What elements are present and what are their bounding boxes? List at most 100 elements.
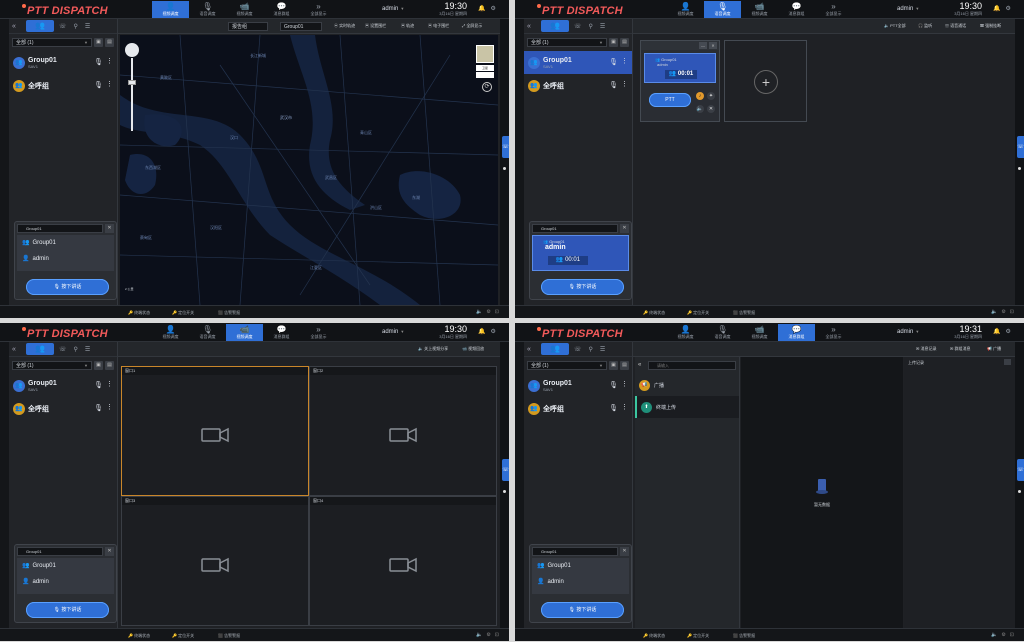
filter-button-2[interactable]: ▤	[620, 361, 629, 370]
set-fence-button[interactable]: ▣ 设置围栏	[365, 23, 386, 29]
alarm-alert[interactable]: ⬛ 告警警报	[733, 310, 755, 316]
nav-video-dispatch[interactable]: 👤 视频调度	[667, 324, 704, 341]
add-call-card[interactable]: +	[724, 40, 807, 122]
nav-video[interactable]: 📹 视频调度	[226, 324, 263, 341]
nav-voice-dispatch[interactable]: 🎙 语音调度	[704, 1, 741, 18]
group-tab-icon[interactable]: 👥	[541, 343, 569, 355]
filter-button-2[interactable]: ▤	[105, 38, 114, 47]
user-menu[interactable]: admin ▼	[897, 329, 919, 335]
ptt-close-button[interactable]: ✕	[105, 224, 114, 233]
video-cell[interactable]: 窗口3	[121, 496, 309, 626]
group-row[interactable]: 👥 全呼组 🎙 ⋮	[9, 397, 117, 420]
ptt-group-select[interactable]: Group01	[532, 547, 618, 556]
phone-side-tab[interactable]: ☏	[1017, 459, 1024, 481]
more-icon[interactable]: ⋮	[106, 57, 113, 65]
tree-tab-icon[interactable]: ⚲	[74, 346, 78, 353]
fullscreen-button[interactable]: ⤢ 全屏显示	[462, 23, 482, 29]
nav-voice-dispatch[interactable]: 🎙 语音调度	[189, 324, 226, 341]
collapse-icon[interactable]: «	[12, 346, 26, 353]
list-item[interactable]: 👤 admin	[532, 574, 629, 590]
mic-icon[interactable]: 🎙	[609, 404, 618, 412]
nav-video[interactable]: 📹 视频调度	[226, 1, 263, 18]
group-row[interactable]: 👥 Group01 SAV1 🎙 ⋮	[524, 374, 632, 397]
location-toggle[interactable]: 🔑 定位开关	[172, 310, 194, 316]
more-icon[interactable]: ⋮	[621, 380, 628, 388]
nav-messages[interactable]: 💬 消息群组	[778, 1, 815, 18]
terminal-status[interactable]: 🔑 终端状态	[643, 310, 665, 316]
group-row[interactable]: 👥 全呼组 🎙 ⋮	[9, 74, 117, 97]
list-tab-icon[interactable]: ☰	[600, 346, 605, 353]
broadcast-button[interactable]: 📢 广播	[987, 346, 1001, 352]
message-record-button[interactable]: ✉ 消息记录	[916, 346, 936, 352]
track-button[interactable]: ▣ 轨迹	[401, 23, 414, 29]
group-tab-icon[interactable]: 👥	[541, 20, 569, 32]
group-select[interactable]: Group01	[280, 22, 322, 31]
collapse-icon[interactable]: «	[527, 346, 541, 353]
map-type-label[interactable]: 卫星	[476, 65, 494, 71]
settings-icon[interactable]: ✦	[707, 92, 715, 100]
upload-filter-button[interactable]	[1004, 359, 1011, 365]
nav-voice-dispatch[interactable]: 🎙 语音调度	[189, 1, 226, 18]
report-group-select[interactable]: 报告组	[228, 22, 268, 31]
voice-call-button[interactable]: ☏ 语音通话	[945, 23, 966, 29]
e-fence-button[interactable]: ▣ 电子围栏	[428, 23, 449, 29]
header-icons[interactable]: 🔔⚙	[478, 5, 501, 12]
ptt-group-select[interactable]: Group01	[532, 224, 618, 233]
ptt-talk-button[interactable]: 🎙 按下讲话	[541, 279, 624, 295]
list-item[interactable]: 👥 Group01	[17, 235, 114, 251]
list-item[interactable]: 👤 admin	[17, 251, 114, 267]
tree-tab-icon[interactable]: ⚲	[589, 23, 593, 30]
video-cell[interactable]: 窗口1	[121, 366, 309, 496]
status-icons[interactable]: 🔈⚙⊡	[476, 632, 503, 638]
nav-more[interactable]: » 全部显示	[300, 1, 337, 18]
filter-button-1[interactable]: ▣	[609, 38, 618, 47]
ptt-group-select[interactable]: Group01	[17, 547, 103, 556]
phone-tab-icon[interactable]: ☏	[59, 346, 67, 353]
terminal-status[interactable]: 🔑 终端状态	[128, 310, 150, 316]
list-item[interactable]: 👥 Group01	[532, 558, 629, 574]
tree-tab-icon[interactable]: ⚲	[74, 23, 78, 30]
header-icons[interactable]: 🔔⚙	[478, 328, 501, 335]
video-playback-button[interactable]: 📹 视频回放	[462, 346, 484, 352]
video-cell[interactable]: 窗口4	[309, 496, 497, 626]
phone-side-tab[interactable]: ☏	[502, 459, 509, 481]
mic-icon[interactable]: 🎙	[94, 381, 103, 389]
nav-more[interactable]: » 全部显示	[815, 324, 852, 341]
collapse-icon[interactable]: «	[527, 23, 541, 30]
mic-icon[interactable]: 🎙	[94, 404, 103, 412]
group-filter-select[interactable]: 全部 (1) ▼	[527, 38, 607, 47]
more-icon[interactable]: ⋮	[106, 403, 113, 411]
user-menu[interactable]: admin ▼	[897, 6, 919, 12]
tree-tab-icon[interactable]: ⚲	[589, 346, 593, 353]
ptt-talk-button[interactable]: 🎙 按下讲话	[26, 602, 109, 618]
phone-side-tab[interactable]: ☏	[1017, 136, 1024, 158]
realtime-track-button[interactable]: ⦿ 实时轨迹	[334, 23, 355, 29]
more-icon[interactable]: ⋮	[621, 403, 628, 411]
location-toggle[interactable]: 🔑 定位开关	[172, 633, 194, 639]
search-input[interactable]: 请输入	[648, 361, 736, 370]
monitor-button[interactable]: 🎧 监听	[918, 23, 932, 29]
list-tab-icon[interactable]: ☰	[85, 23, 90, 30]
filter-button-2[interactable]: ▤	[620, 38, 629, 47]
volume-icon[interactable]: 🔈	[696, 105, 704, 113]
mic-icon[interactable]: 🎙	[94, 58, 103, 66]
status-icons[interactable]: 🔈⚙⊡	[476, 309, 503, 315]
mic-icon[interactable]: 🎙	[609, 58, 618, 66]
header-icons[interactable]: 🔔⚙	[993, 328, 1016, 335]
nav-messages[interactable]: 💬 消息群组	[263, 324, 300, 341]
terminal-status[interactable]: 🔑 终端状态	[643, 633, 665, 639]
group-filter-select[interactable]: 全部 (1) ▼	[527, 361, 607, 370]
group-row[interactable]: 👥 全呼组 🎙 ⋮	[524, 74, 632, 97]
filter-button-1[interactable]: ▣	[94, 361, 103, 370]
card-ptt-button[interactable]: PTT	[649, 93, 691, 107]
alarm-alert[interactable]: ⬛ 告警警报	[733, 633, 755, 639]
force-hangup-button[interactable]: ☎ 强制挂断	[980, 23, 1001, 29]
filter-button-2[interactable]: ▤	[105, 361, 114, 370]
ptt-talk-button[interactable]: 🎙 按下讲话	[26, 279, 109, 295]
mic-icon[interactable]: 🎙	[609, 81, 618, 89]
zoom-slider[interactable]	[125, 43, 139, 133]
locate-icon[interactable]: ⟳	[482, 82, 492, 92]
more-icon[interactable]: ⋮	[621, 57, 628, 65]
group-row[interactable]: 👥 Group01 SAV1 🎙 ⋮	[9, 51, 117, 74]
ptt-all-button[interactable]: 🔈 PTT全部	[884, 23, 906, 29]
